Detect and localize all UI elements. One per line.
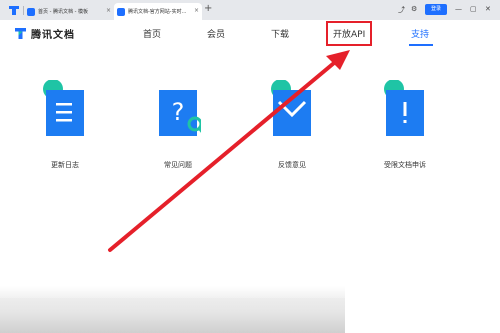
svg-text:?: ? — [172, 98, 185, 126]
site-header: 腾讯文档 首页 会员 下载 开放API 支持 — [0, 20, 500, 48]
feedback-icon — [271, 80, 311, 136]
support-card-label: 常见问题 — [164, 161, 192, 169]
tab-close-icon[interactable]: × — [194, 7, 199, 14]
tab-favicon-icon — [27, 7, 35, 16]
nav-support[interactable]: 支持 — [411, 27, 429, 40]
annotation-highlight-box — [326, 21, 372, 46]
close-window-button[interactable]: ✕ — [485, 5, 491, 13]
minimize-button[interactable]: — — [455, 5, 462, 13]
nav-membership[interactable]: 会员 — [207, 27, 225, 40]
tab-label: 腾讯文档-官方网站-实时... — [128, 9, 187, 15]
browser-tab-bar: 首页 - 腾讯文档 - 模板 × 腾讯文档-官方网站-实时... × + ⤴ ⚙… — [0, 0, 500, 20]
appeal-icon — [384, 80, 424, 136]
support-card-label: 反馈意见 — [278, 161, 306, 169]
blur-highlight — [0, 286, 345, 298]
app-logo-icon[interactable] — [8, 5, 20, 16]
active-nav-underline — [409, 44, 433, 46]
tab-close-icon[interactable]: × — [106, 7, 111, 14]
login-button[interactable]: 登录 — [425, 4, 447, 15]
support-card-label: 受限文档申诉 — [384, 161, 426, 169]
browser-tab-official[interactable]: 腾讯文档-官方网站-实时... × — [114, 3, 202, 20]
support-card-feedback[interactable]: 反馈意见 — [257, 80, 327, 175]
support-card-label: 更新日志 — [51, 161, 79, 169]
faq-icon: ? — [159, 90, 201, 136]
share-icon[interactable]: ⤴ — [398, 5, 405, 15]
nav-home[interactable]: 首页 — [143, 27, 161, 40]
maximize-button[interactable]: ▢ — [470, 5, 477, 13]
new-tab-button[interactable]: + — [204, 3, 212, 14]
nav-download[interactable]: 下载 — [271, 27, 289, 40]
tencent-docs-logo-icon — [15, 28, 26, 39]
support-card-faq[interactable]: ? 常见问题 — [143, 80, 213, 175]
browser-tab-home[interactable]: 首页 - 腾讯文档 - 模板 × — [24, 3, 114, 20]
blurred-footer-region — [0, 286, 345, 333]
support-card-appeal[interactable]: 受限文档申诉 — [370, 80, 440, 175]
support-card-changelog[interactable]: 更新日志 — [30, 80, 100, 175]
brand-logo[interactable]: 腾讯文档 — [14, 26, 75, 41]
tab-label: 首页 - 腾讯文档 - 模板 — [38, 9, 88, 15]
brand-name: 腾讯文档 — [31, 30, 75, 41]
changelog-icon — [43, 80, 84, 136]
settings-icon[interactable]: ⚙ — [411, 5, 417, 13]
tab-favicon-icon — [117, 7, 125, 16]
